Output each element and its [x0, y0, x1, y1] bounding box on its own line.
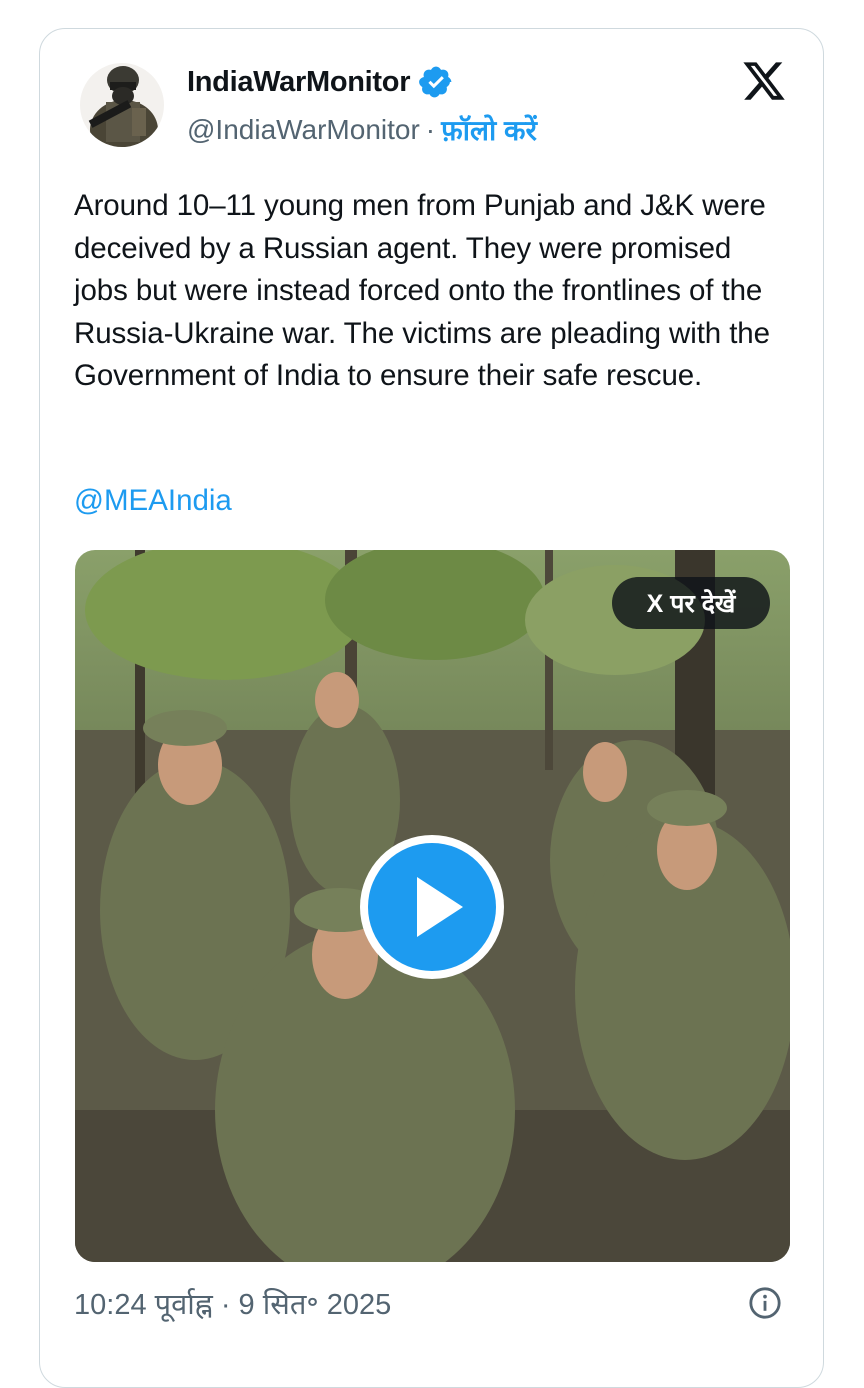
info-icon[interactable]	[748, 1286, 782, 1320]
mention-link[interactable]: @MEAIndia	[74, 484, 232, 518]
play-icon[interactable]	[357, 832, 507, 982]
author-name-row: IndiaWarMonitor	[187, 64, 454, 100]
verified-badge-icon	[419, 66, 452, 98]
handle[interactable]: @IndiaWarMonitor	[187, 114, 420, 146]
x-logo-icon[interactable]	[740, 58, 788, 104]
tweet-text: Around 10–11 young men from Punjab and J…	[74, 189, 770, 392]
display-name[interactable]: IndiaWarMonitor	[187, 66, 410, 99]
avatar[interactable]	[80, 52, 164, 158]
handle-row: @IndiaWarMonitor · फ़ॉलो करें	[187, 111, 537, 149]
separator-dot: ·	[425, 114, 436, 145]
watch-on-x-button[interactable]: X पर देखें	[612, 577, 770, 629]
tweet-timestamp[interactable]: 10:24 पूर्वाह्न · 9 सित॰ 2025	[74, 1284, 391, 1323]
follow-button[interactable]: फ़ॉलो करें	[441, 111, 537, 149]
